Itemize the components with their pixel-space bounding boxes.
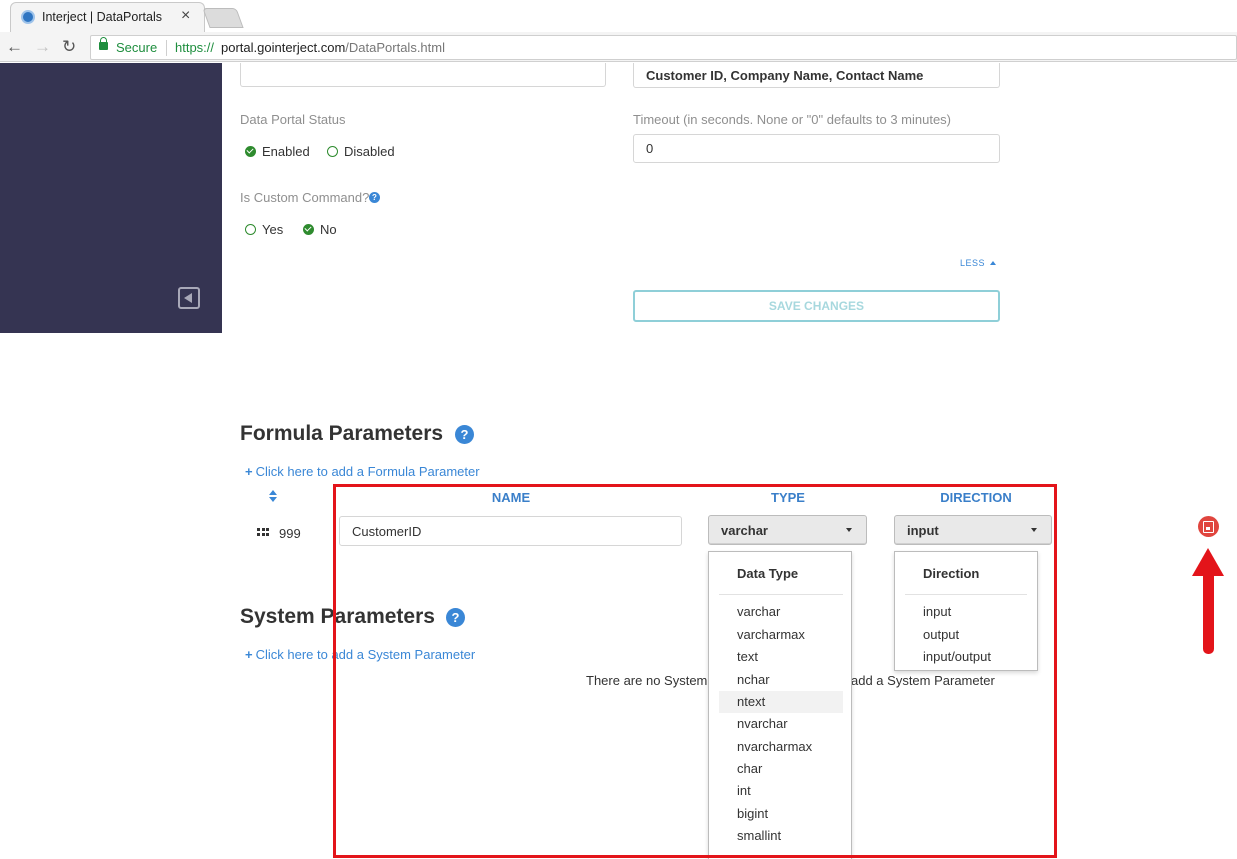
sidebar <box>0 63 222 333</box>
annotation-highlight-box <box>333 484 1057 858</box>
back-arrow-icon[interactable]: ← <box>6 37 23 57</box>
secure-label: Secure <box>116 40 158 55</box>
annotation-arrow-shaft <box>1203 572 1214 654</box>
plus-icon: + <box>245 464 253 479</box>
url-input[interactable]: Secure https:// portal.gointerject.com/D… <box>90 35 1237 60</box>
partial-field-input[interactable] <box>240 63 606 87</box>
radio-checked-icon <box>245 146 256 157</box>
forward-arrow-icon[interactable]: → <box>34 37 51 57</box>
formula-parameters-title: Formula Parameters <box>240 422 444 445</box>
custom-command-no-radio[interactable]: No <box>303 222 337 237</box>
timeout-input[interactable]: 0 <box>633 134 1000 163</box>
save-row-icon[interactable] <box>1198 516 1219 537</box>
timeout-label: Timeout (in seconds. None or "0" default… <box>633 112 952 127</box>
address-bar: ← → ↻ Secure https:// portal.gointerject… <box>0 32 1237 62</box>
url-path: /DataPortals.html <box>345 40 445 55</box>
new-tab-button[interactable] <box>202 8 244 28</box>
add-formula-parameter-link[interactable]: + Click here to add a Formula Parameter <box>245 464 480 479</box>
status-disabled-radio[interactable]: Disabled <box>327 144 395 159</box>
omnibox-divider <box>166 40 167 56</box>
radio-label: Disabled <box>344 144 395 159</box>
status-label: Data Portal Status <box>240 112 346 127</box>
url-host: portal.gointerject.com/DataPortals.html <box>221 40 445 55</box>
save-changes-button[interactable]: SAVE CHANGES <box>633 290 1000 322</box>
radio-label: Enabled <box>262 144 310 159</box>
help-icon[interactable]: ? <box>455 425 474 444</box>
browser-tab-strip: Interject | DataPortals × <box>0 0 1237 32</box>
collapse-sidebar-icon[interactable] <box>178 287 200 309</box>
add-formula-parameter-label: Click here to add a Formula Parameter <box>255 464 480 479</box>
url-scheme: https:// <box>175 40 215 55</box>
less-toggle-link[interactable]: LESS <box>960 258 997 268</box>
browser-tab[interactable]: Interject | DataPortals × <box>10 2 205 32</box>
help-icon[interactable]: ? <box>369 192 380 203</box>
drag-handle-icon[interactable] <box>257 528 269 537</box>
status-enabled-radio[interactable]: Enabled <box>245 144 310 159</box>
parameter-order: 999 <box>279 526 301 541</box>
custom-command-label: Is Custom Command? <box>240 190 370 205</box>
reload-icon[interactable]: ↻ <box>62 37 76 57</box>
site-favicon-icon <box>21 10 35 24</box>
custom-command-yes-radio[interactable]: Yes <box>245 222 283 237</box>
caret-up-icon <box>990 261 997 265</box>
plus-icon: + <box>245 647 253 662</box>
radio-label: Yes <box>262 222 284 237</box>
radio-checked-icon <box>303 224 314 235</box>
radio-unchecked-icon <box>245 224 256 235</box>
url-host-text: portal.gointerject.com <box>221 40 346 55</box>
sort-icon[interactable] <box>269 490 277 503</box>
tab-close-icon[interactable]: × <box>181 7 190 25</box>
radio-unchecked-icon <box>327 146 338 157</box>
radio-label: No <box>320 222 337 237</box>
less-label: LESS <box>960 258 986 268</box>
lock-icon <box>99 37 108 50</box>
tab-title: Interject | DataPortals <box>42 10 162 24</box>
display-columns-input[interactable]: Customer ID, Company Name, Contact Name <box>633 63 1000 88</box>
